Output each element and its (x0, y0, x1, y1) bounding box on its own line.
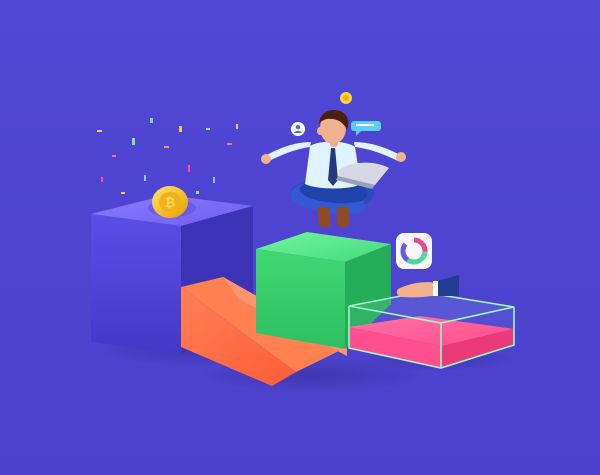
illustration-scene: ₿ (0, 0, 600, 475)
donut-chart-card (396, 233, 432, 269)
user-badge-icon (291, 122, 305, 136)
small-coin-icon (340, 92, 352, 104)
scene-svg: ₿ (0, 0, 600, 475)
svg-text:₿: ₿ (165, 196, 176, 211)
